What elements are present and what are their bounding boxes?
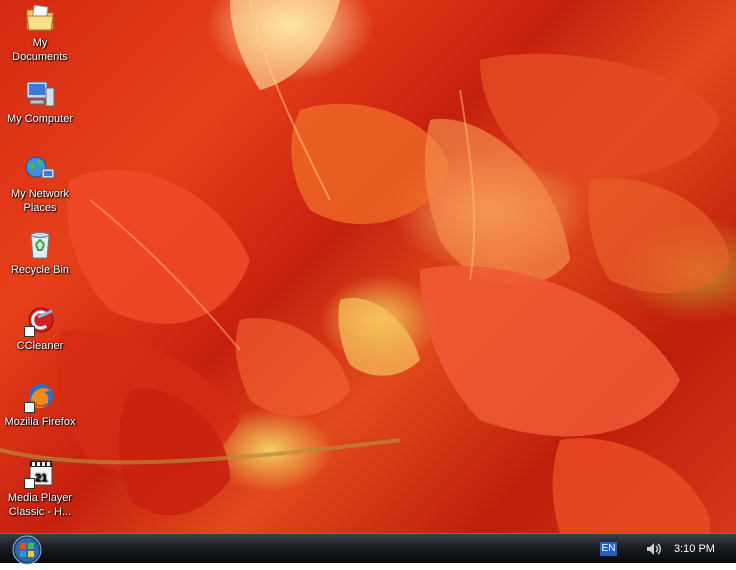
desktop-icon-label: Media Player Classic - H... [7,492,73,518]
desktop-icon-mozilla-firefox[interactable]: Mozilla Firefox [0,381,80,429]
desktop-icon-label: My Network Places [10,188,70,214]
recycle-bin-icon [24,229,56,261]
folder-documents-icon [24,2,56,34]
speaker-icon[interactable] [645,541,663,557]
desktop-icon-label: My Documents [12,37,68,63]
desktop[interactable]: My Documents My Computer My Network Plac… [0,0,736,533]
desktop-icon-my-computer[interactable]: My Computer [0,78,80,126]
desktop-icon-my-documents[interactable]: My Documents [0,2,80,64]
desktop-icon-label: Mozilla Firefox [4,416,76,428]
shortcut-arrow-icon [24,478,35,489]
wallpaper-leaves [0,0,730,533]
start-button[interactable] [10,535,44,565]
windows-logo-icon [12,535,42,565]
svg-text:21: 21 [35,472,47,484]
desktop-icon-label: Recycle Bin [10,264,70,276]
desktop-icon-ccleaner[interactable]: CCleaner [0,305,80,353]
shortcut-arrow-icon [24,402,35,413]
computer-icon [24,78,56,110]
ccleaner-icon [24,305,56,337]
taskbar: EN 3:10 PM [0,533,736,565]
taskbar-clock[interactable]: 3:10 PM [674,543,715,555]
language-indicator[interactable]: EN [600,542,617,556]
desktop-icon-label: CCleaner [16,340,64,352]
network-globe-icon [24,153,56,185]
desktop-icon-media-player-classic[interactable]: 21 Media Player Classic - H... [0,457,80,519]
desktop-icon-recycle-bin[interactable]: Recycle Bin [0,229,80,277]
firefox-icon [24,381,56,413]
desktop-icon-label: My Computer [6,113,74,125]
media-player-icon: 21 [24,457,56,489]
shortcut-arrow-icon [24,326,35,337]
desktop-icon-my-network-places[interactable]: My Network Places [0,153,80,215]
